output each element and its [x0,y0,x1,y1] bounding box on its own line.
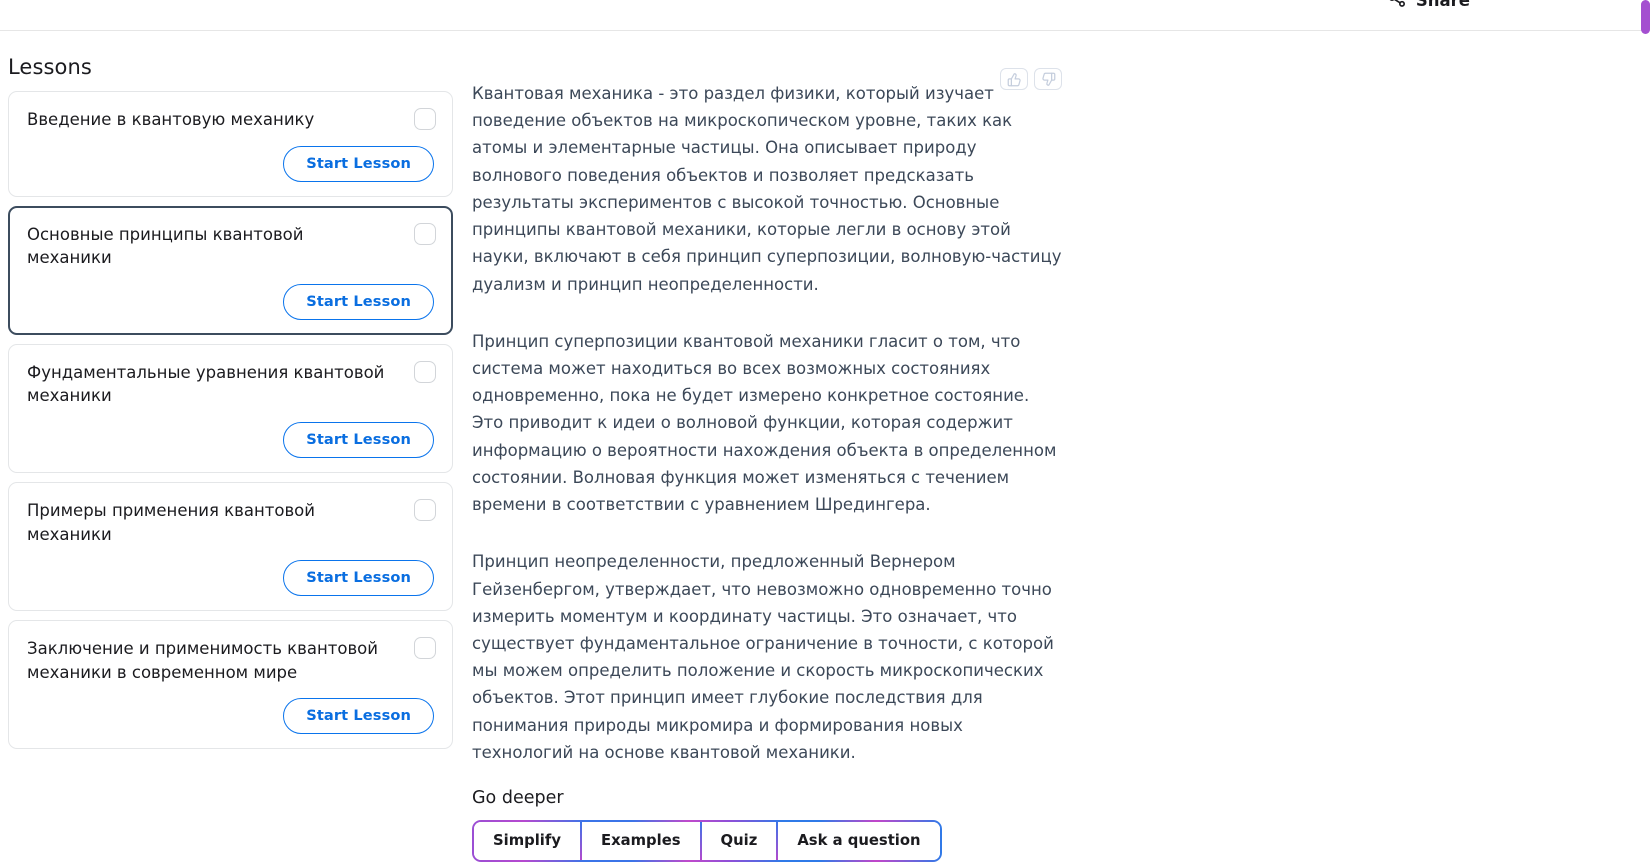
lesson-card-actions: Start Lesson [27,284,434,320]
start-lesson-button[interactable]: Start Lesson [283,560,434,596]
content-paragraph: Принцип суперпозиции квантовой механики … [472,328,1062,519]
lesson-card[interactable]: Фундаментальные уравнения квантовой меха… [8,344,453,473]
lesson-card[interactable]: Основные принципы квантовой механики Sta… [8,206,453,335]
thumbs-up-icon [1007,72,1022,87]
go-deeper-actions: Simplify Examples Quiz Ask a question [472,820,942,862]
content-paragraph: Квантовая механика - это раздел физики, … [472,80,1062,298]
lessons-heading: Lessons [8,55,453,79]
share-icon [1387,0,1407,12]
lesson-title: Примеры применения квантовой механики [27,499,434,546]
start-lesson-button[interactable]: Start Lesson [283,698,434,734]
share-button[interactable]: Share [1387,0,1470,12]
lesson-title: Фундаментальные уравнения квантовой меха… [27,361,434,408]
lesson-content: Квантовая механика - это раздел физики, … [472,80,1062,862]
content-paragraph: Принцип неопределенности, предложенный В… [472,548,1062,766]
start-lesson-button[interactable]: Start Lesson [283,422,434,458]
lesson-title: Основные принципы квантовой механики [27,223,434,270]
lesson-card-actions: Start Lesson [27,422,434,458]
start-lesson-button[interactable]: Start Lesson [283,284,434,320]
share-label: Share [1416,0,1470,10]
lesson-checkbox[interactable] [414,108,436,130]
app-header: Share [0,0,1650,31]
go-deeper-simplify-button[interactable]: Simplify [474,822,580,860]
page-scrollbar[interactable] [1641,0,1650,825]
lesson-checkbox[interactable] [414,361,436,383]
scrollbar-thumb[interactable] [1641,0,1650,34]
lesson-card-actions: Start Lesson [27,698,434,734]
lessons-panel: Lessons Введение в квантовую механику St… [8,55,453,758]
lesson-card-actions: Start Lesson [27,560,434,596]
lesson-card[interactable]: Введение в квантовую механику Start Less… [8,91,453,197]
lesson-checkbox[interactable] [414,223,436,245]
go-deeper-examples-button[interactable]: Examples [582,822,700,860]
lesson-checkbox[interactable] [414,499,436,521]
go-deeper-actions-inner: Simplify Examples Quiz Ask a question [474,822,940,860]
lesson-card[interactable]: Примеры применения квантовой механики St… [8,482,453,611]
lesson-card-actions: Start Lesson [27,146,434,182]
thumbs-down-icon [1041,72,1056,87]
feedback-controls [1000,68,1062,90]
thumbs-down-button[interactable] [1034,68,1062,90]
lesson-title: Введение в квантовую механику [27,108,434,132]
lesson-title: Заключение и применимость квантовой меха… [27,637,434,684]
go-deeper-heading: Go deeper [472,788,1062,808]
thumbs-up-button[interactable] [1000,68,1028,90]
lesson-checkbox[interactable] [414,637,436,659]
go-deeper-ask-question-button[interactable]: Ask a question [778,822,939,860]
go-deeper-quiz-button[interactable]: Quiz [702,822,777,860]
lesson-card[interactable]: Заключение и применимость квантовой меха… [8,620,453,749]
start-lesson-button[interactable]: Start Lesson [283,146,434,182]
